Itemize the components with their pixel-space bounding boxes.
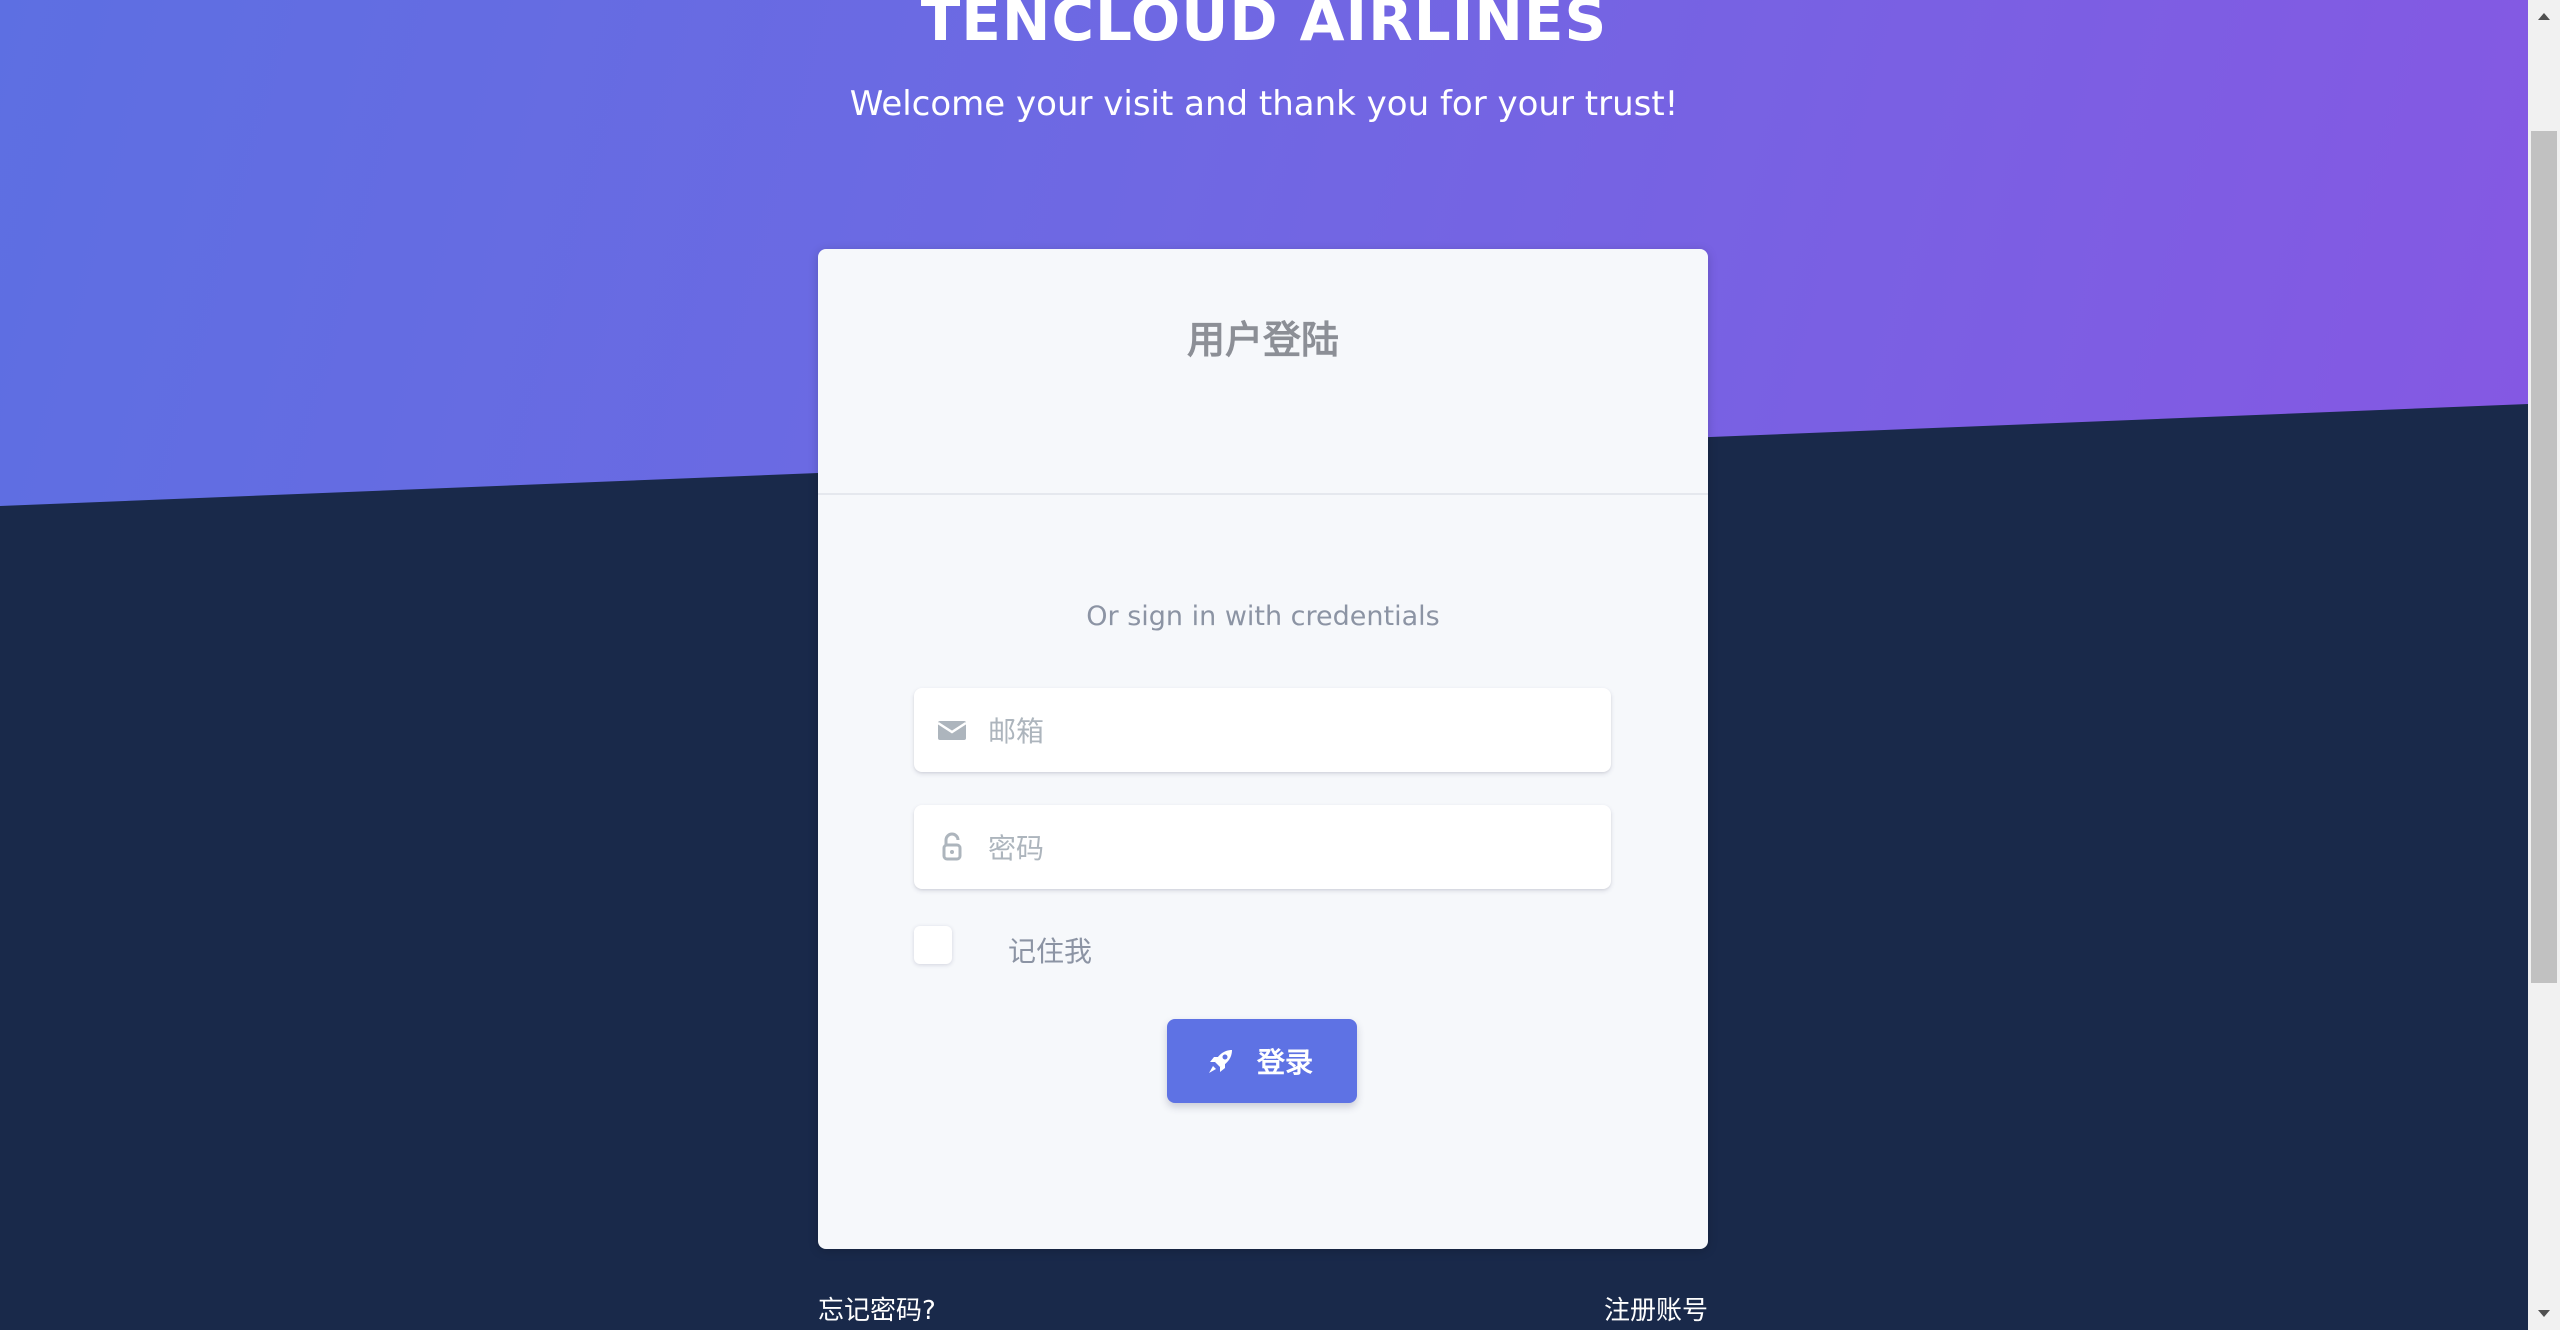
login-button[interactable]: 登录 [1167, 1019, 1357, 1103]
register-link[interactable]: 注册账号 [1604, 1290, 1708, 1327]
remember-me-checkbox[interactable] [914, 926, 952, 964]
password-field[interactable] [914, 805, 1611, 891]
email-input[interactable] [986, 688, 1590, 774]
email-field[interactable] [914, 688, 1611, 774]
login-card: 用户登陆 Or sign in with credentials 记住我 [818, 249, 1708, 1249]
page: TENCLOUD AIRLINES Welcome your visit and… [0, 0, 2528, 1330]
remember-me-label[interactable]: 记住我 [1008, 930, 1092, 970]
envelope-icon [937, 721, 967, 740]
brand-subtitle: Welcome your visit and thank you for you… [849, 84, 1679, 124]
scrollbar-thumb[interactable] [2531, 131, 2557, 983]
brand-title: TENCLOUD AIRLINES [920, 0, 1608, 54]
scroll-down-arrow-icon[interactable] [2528, 1298, 2560, 1330]
vertical-scrollbar[interactable] [2528, 0, 2560, 1330]
login-card-title: 用户登陆 [1186, 318, 1339, 362]
login-button-label: 登录 [1257, 1046, 1314, 1079]
login-card-header: 用户登陆 [818, 249, 1708, 495]
credentials-hint: Or sign in with credentials [1086, 601, 1440, 632]
forgot-password-link[interactable]: 忘记密码? [818, 1290, 936, 1327]
rocket-icon [1209, 1050, 1232, 1073]
scroll-up-arrow-icon[interactable] [2528, 0, 2560, 32]
unlock-icon [942, 832, 962, 861]
password-input[interactable] [986, 805, 1590, 891]
